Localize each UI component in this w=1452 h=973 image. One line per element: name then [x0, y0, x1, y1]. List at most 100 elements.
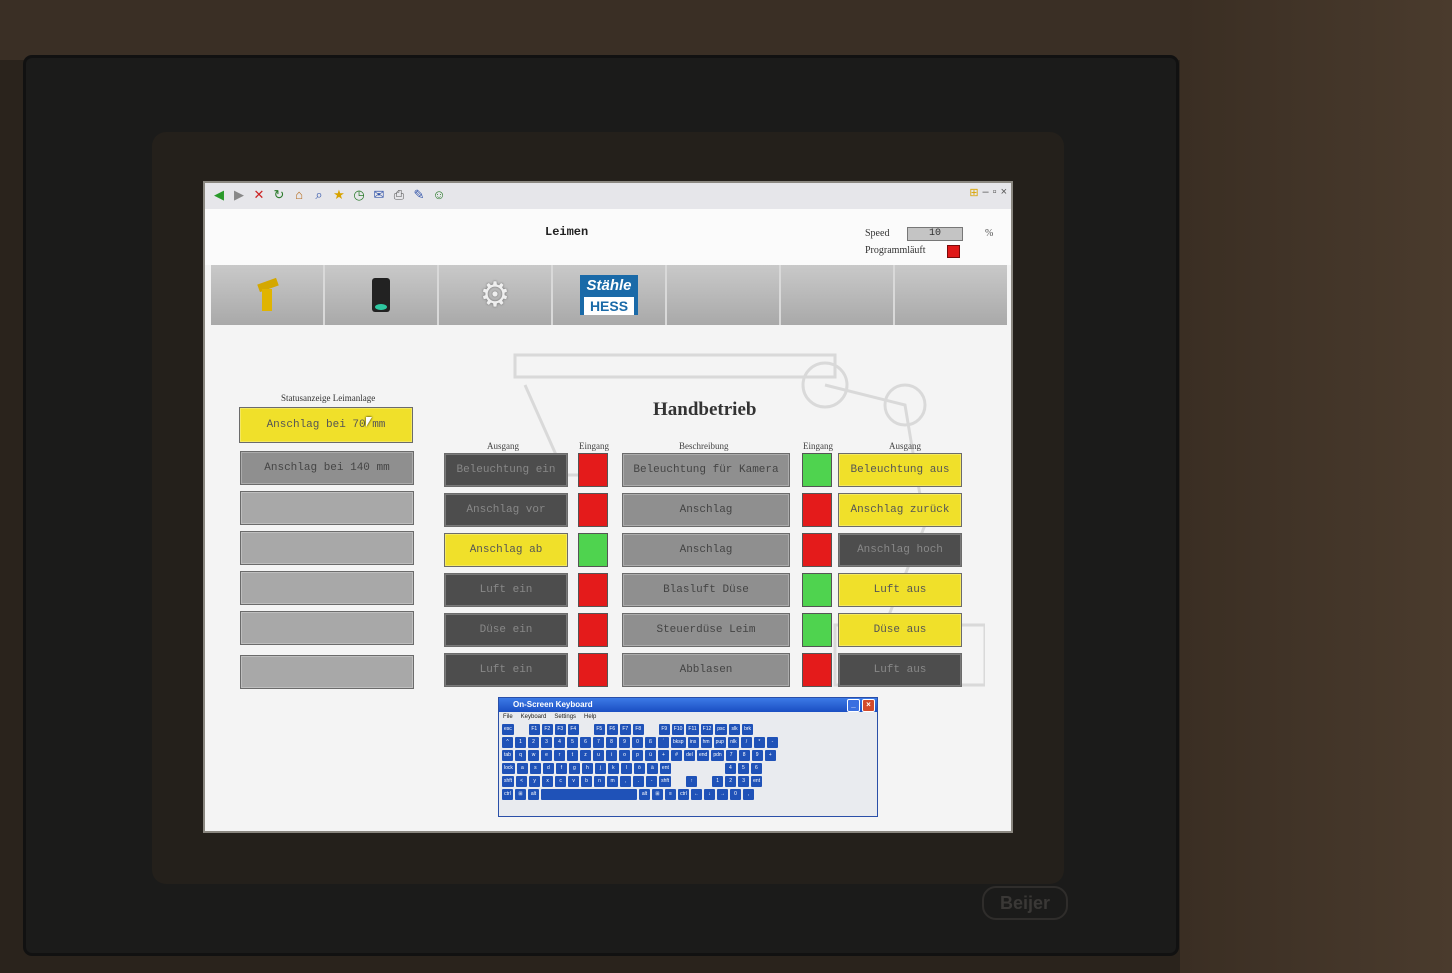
osk-key[interactable]: F7 [619, 724, 631, 735]
toolbar-empty-button-6[interactable] [781, 265, 895, 325]
osk-key[interactable]: , [620, 776, 632, 787]
osk-key[interactable]: r [554, 750, 565, 761]
osk-key[interactable]: F6 [606, 724, 618, 735]
osk-key[interactable]: 1 [712, 776, 724, 787]
osk-key[interactable]: bksp [671, 737, 686, 748]
osk-key[interactable]: w [528, 750, 539, 761]
favorites-icon[interactable]: ★ [331, 187, 347, 203]
forward-icon[interactable]: ▶ [231, 187, 247, 203]
osk-key[interactable]: F12 [700, 724, 714, 735]
toolbar-empty-button-7[interactable] [895, 265, 1007, 325]
osk-key[interactable]: k [607, 763, 619, 774]
osk-key[interactable]: n [594, 776, 606, 787]
osk-key[interactable]: i [606, 750, 617, 761]
osk-key[interactable]: end [697, 750, 710, 761]
osk-menu-settings[interactable]: Settings [554, 712, 576, 722]
osk-key[interactable]: p [632, 750, 643, 761]
output-left-row-5[interactable]: Düse ein [444, 613, 568, 647]
osk-key[interactable]: F10 [671, 724, 685, 735]
osk-key[interactable]: pup [713, 737, 726, 748]
osk-key[interactable]: 2 [725, 776, 737, 787]
osk-key[interactable]: 4 [554, 737, 565, 748]
close-icon[interactable]: × [1001, 186, 1007, 199]
status-item-6[interactable] [240, 611, 414, 645]
osk-key[interactable]: g [568, 763, 580, 774]
status-item-5[interactable] [240, 571, 414, 605]
output-left-row-2[interactable]: Anschlag vor [444, 493, 568, 527]
osk-key[interactable]: nlk [727, 737, 739, 748]
osk-key[interactable]: l [620, 763, 632, 774]
home-icon[interactable]: ⌂ [291, 187, 307, 203]
osk-key[interactable]: slk [729, 724, 741, 735]
osk-key[interactable]: ent [659, 763, 671, 774]
osk-key[interactable]: ⊞ [515, 789, 526, 800]
osk-key[interactable]: esc [502, 724, 514, 735]
osk-key[interactable]: 7 [593, 737, 604, 748]
osk-key[interactable]: ö [633, 763, 645, 774]
output-right-row-2[interactable]: Anschlag zurück [838, 493, 962, 527]
osk-key[interactable]: v [568, 776, 580, 787]
osk-menu-file[interactable]: File [503, 712, 513, 722]
osk-key[interactable]: 9 [619, 737, 630, 748]
osk-key[interactable]: → [717, 789, 728, 800]
osk-key[interactable]: c [555, 776, 567, 787]
osk-key[interactable]: ↓ [704, 789, 715, 800]
osk-key[interactable]: F2 [541, 724, 553, 735]
osk-key[interactable]: del [684, 750, 695, 761]
osk-key[interactable]: q [515, 750, 526, 761]
mail-icon[interactable]: ✉ [371, 187, 387, 203]
osk-key[interactable]: 8 [606, 737, 617, 748]
output-right-row-5[interactable]: Düse aus [838, 613, 962, 647]
status-item-7[interactable] [240, 655, 414, 689]
speed-value[interactable]: 10 [907, 227, 963, 241]
osk-key[interactable]: + [658, 750, 669, 761]
refresh-icon[interactable]: ↻ [271, 187, 287, 203]
osk-key[interactable]: 5 [737, 763, 749, 774]
output-left-row-4[interactable]: Luft ein [444, 573, 568, 607]
osk-key[interactable]: ß [645, 737, 656, 748]
osk-key[interactable]: 3 [541, 737, 552, 748]
osk-key[interactable]: shft [659, 776, 672, 787]
output-left-row-3[interactable]: Anschlag ab [444, 533, 568, 567]
osk-key[interactable]: 0 [632, 737, 643, 748]
osk-key[interactable]: F5 [593, 724, 605, 735]
osk-key[interactable]: 2 [528, 737, 539, 748]
status-item-1[interactable]: Anschlag bei 70 mm [239, 407, 413, 443]
logo-button[interactable]: Stähle HESS [553, 265, 667, 325]
osk-key[interactable]: - [766, 737, 778, 748]
edit-icon[interactable]: ✎ [411, 187, 427, 203]
camera-button[interactable] [325, 265, 439, 325]
osk-menu-keyboard[interactable]: Keyboard [521, 712, 547, 722]
osk-key[interactable]: psc [715, 724, 728, 735]
osk-key[interactable]: hm [700, 737, 712, 748]
output-right-row-6[interactable]: Luft aus [838, 653, 962, 687]
osk-key[interactable]: F1 [528, 724, 540, 735]
osk-minimize-icon[interactable]: _ [847, 699, 860, 712]
osk-key[interactable]: z [580, 750, 591, 761]
osk-key[interactable]: x [542, 776, 554, 787]
robot-button[interactable] [211, 265, 325, 325]
osk-key[interactable]: , [743, 789, 754, 800]
osk-key[interactable]: . [633, 776, 645, 787]
osk-key[interactable]: 5 [567, 737, 578, 748]
osk-key[interactable]: F3 [554, 724, 566, 735]
osk-key[interactable]: u [593, 750, 604, 761]
osk-key[interactable]: F11 [686, 724, 699, 735]
output-left-row-1[interactable]: Beleuchtung ein [444, 453, 568, 487]
osk-key[interactable]: - [646, 776, 658, 787]
osk-key[interactable]: j [594, 763, 606, 774]
osk-key[interactable]: b [581, 776, 593, 787]
osk-key[interactable]: alt [639, 789, 650, 800]
stop-icon[interactable]: ✕ [251, 187, 267, 203]
osk-key[interactable]: f [555, 763, 567, 774]
osk-key[interactable]: ≡ [665, 789, 676, 800]
osk-key[interactable]: 0 [730, 789, 741, 800]
osk-key[interactable]: 9 [751, 750, 763, 761]
output-right-row-1[interactable]: Beleuchtung aus [838, 453, 962, 487]
osk-key[interactable]: ctrl [502, 789, 513, 800]
osk-key[interactable]: shft [502, 776, 515, 787]
osk-key[interactable]: ü [645, 750, 656, 761]
output-right-row-3[interactable]: Anschlag hoch [838, 533, 962, 567]
osk-key[interactable]: ctrl [678, 789, 689, 800]
osk-key[interactable]: alt [528, 789, 539, 800]
